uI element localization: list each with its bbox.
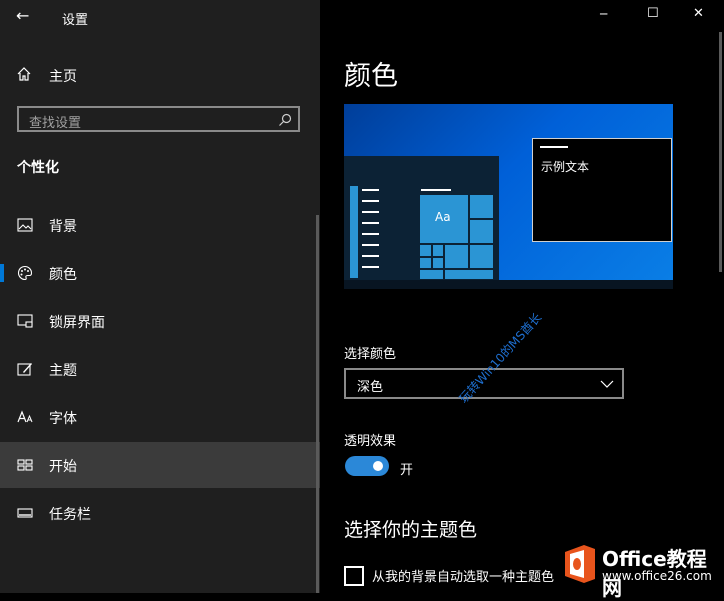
taskbar-icon (17, 508, 33, 518)
minimize-button[interactable]: ─ (592, 6, 620, 28)
sidebar-item-label: 开始 (49, 459, 77, 475)
accent-section-title: 选择你的主题色 (344, 519, 478, 541)
sidebar-item-background[interactable]: 背景 (0, 202, 320, 248)
preview-list-line (362, 189, 379, 191)
sidebar-item-colors[interactable]: 颜色 (0, 250, 320, 296)
sidebar-item-label: 字体 (49, 411, 77, 427)
preview-list-line (362, 266, 379, 268)
sidebar-item-fonts[interactable]: 字体 (0, 394, 320, 440)
sidebar: ← 设置 主页 查找设置 个性化 背景 颜色 锁屏界面 主题 字体 开始 任务栏 (0, 0, 320, 593)
preview-tile (469, 194, 494, 219)
preview-tile (469, 219, 494, 244)
active-indicator (0, 264, 4, 282)
logo-url: www.office26.com (602, 569, 712, 583)
auto-accent-label: 从我的背景自动选取一种主题色 (372, 570, 555, 585)
close-icon: ✕ (693, 6, 704, 21)
transparency-state-label: 开 (400, 463, 414, 478)
preview-list-line (362, 244, 379, 246)
sample-text: 示例文本 (541, 160, 590, 174)
close-button[interactable]: ✕ (685, 6, 713, 28)
preview-tile-label: Aa (435, 210, 451, 224)
preview-list-line (362, 211, 379, 213)
home-link[interactable]: 主页 (0, 58, 320, 90)
preview-tile-header (421, 189, 451, 191)
preview-tile: Aa (419, 194, 469, 244)
palette-icon (17, 265, 33, 281)
theme-brush-icon (17, 363, 32, 376)
preview-tile (419, 244, 432, 257)
section-title: 个性化 (17, 160, 59, 176)
sidebar-item-label: 颜色 (49, 267, 77, 283)
home-icon (17, 67, 31, 81)
sample-title-bar (540, 146, 568, 148)
window-title: 设置 (62, 13, 89, 28)
preview-tile (432, 244, 444, 257)
content-scrollbar[interactable] (719, 32, 722, 272)
sidebar-item-taskbar[interactable]: 任务栏 (0, 490, 320, 536)
preview-list-line (362, 255, 379, 257)
sidebar-item-lock-screen[interactable]: 锁屏界面 (0, 298, 320, 344)
lock-screen-icon (17, 314, 33, 328)
preview-tile (419, 269, 444, 280)
auto-accent-checkbox[interactable] (344, 566, 364, 586)
toggle-knob (373, 461, 383, 471)
color-mode-value: 深色 (357, 380, 384, 395)
page-title: 颜色 (344, 61, 398, 92)
sidebar-item-label: 任务栏 (49, 507, 91, 523)
sidebar-scrollbar[interactable] (316, 215, 319, 593)
preview-tile (419, 257, 432, 269)
sidebar-item-start[interactable]: 开始 (0, 442, 320, 488)
search-placeholder: 查找设置 (29, 116, 82, 131)
sidebar-item-label: 锁屏界面 (49, 315, 105, 331)
preview-app-strip (350, 186, 358, 278)
maximize-icon: ☐ (647, 6, 659, 21)
home-label: 主页 (49, 69, 77, 85)
preview-list-line (362, 233, 379, 235)
office-logo-icon (565, 545, 595, 583)
sidebar-item-label: 主题 (49, 363, 77, 379)
sidebar-item-label: 背景 (49, 219, 77, 235)
maximize-button[interactable]: ☐ (640, 6, 668, 28)
preview-taskbar (344, 280, 673, 289)
preview-tile (444, 269, 494, 280)
font-icon (17, 410, 33, 423)
office-logo: Office教程网 www.office26.com (562, 540, 722, 600)
back-arrow-icon: ← (16, 6, 30, 25)
preview-list-line (362, 222, 379, 224)
sidebar-item-themes[interactable]: 主题 (0, 346, 320, 392)
picture-icon (17, 218, 33, 232)
preview-tile (469, 244, 494, 269)
transparency-label: 透明效果 (344, 434, 397, 449)
search-input[interactable]: 查找设置 (17, 106, 300, 132)
preview-start-menu: Aa (344, 156, 499, 280)
preview-list-line (362, 200, 379, 202)
sample-window: 示例文本 (532, 138, 672, 242)
minimize-icon: ─ (600, 7, 608, 21)
transparency-toggle[interactable] (345, 456, 389, 476)
color-mode-label: 选择颜色 (344, 347, 397, 362)
start-icon (17, 459, 33, 471)
chevron-down-icon (600, 380, 614, 388)
theme-preview: 示例文本 Aa (344, 104, 673, 289)
preview-tile (432, 257, 444, 269)
preview-tile (444, 244, 469, 269)
search-icon[interactable] (278, 113, 292, 127)
back-button[interactable]: ← (10, 6, 38, 30)
main-content: ─ ☐ ✕ 颜色 示例文本 Aa 选择颜色 深色 透明效果 开 选择你的主题色 … (320, 0, 724, 600)
